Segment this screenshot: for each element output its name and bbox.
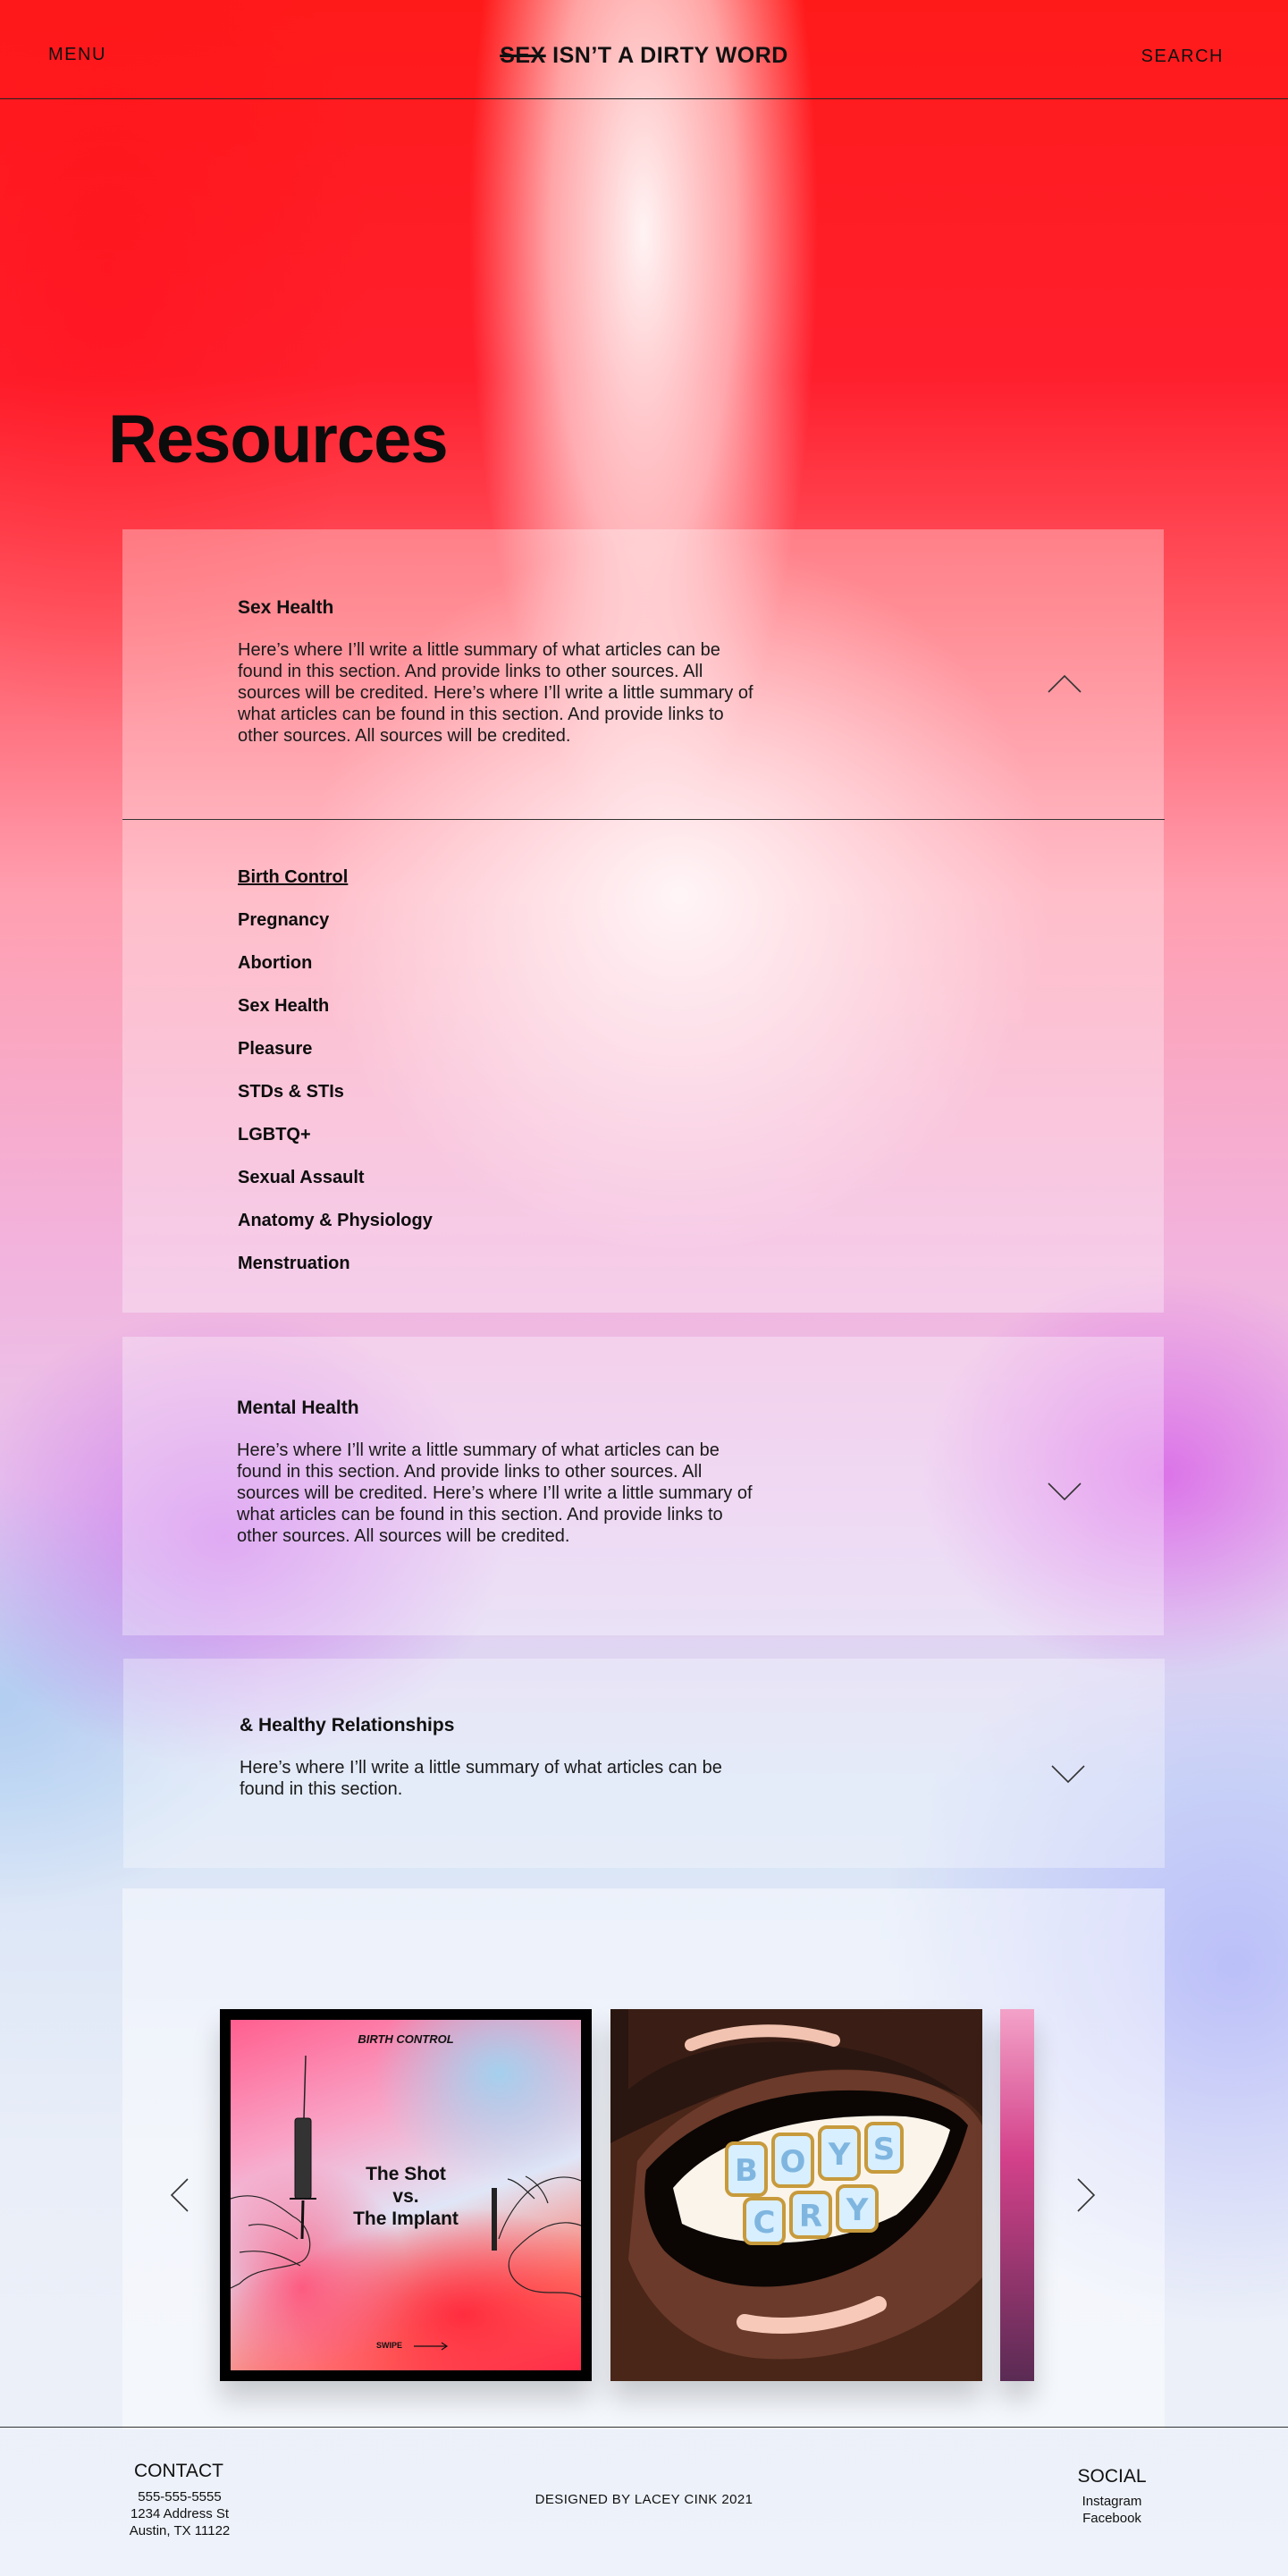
svg-text:S: S bbox=[873, 2132, 896, 2167]
topic-link-pleasure[interactable]: Pleasure bbox=[238, 1039, 433, 1082]
brand-rest: ISN’T A DIRTY WORD bbox=[552, 43, 788, 68]
topic-link-sexual-assault[interactable]: Sexual Assault bbox=[238, 1168, 433, 1211]
svg-text:R: R bbox=[799, 2199, 822, 2234]
grill-smile-illustration: B O Y S C R Y bbox=[610, 2009, 982, 2381]
brand-struck-word: SEX bbox=[500, 43, 546, 68]
topic-list: Birth Control Pregnancy Abortion Sex Hea… bbox=[238, 867, 433, 1296]
section-description: Here’s where I’ll write a little summary… bbox=[237, 1440, 753, 1546]
chevron-down-icon[interactable] bbox=[1047, 1482, 1082, 1503]
topic-link-anatomy-physiology[interactable]: Anatomy & Physiology bbox=[238, 1211, 433, 1254]
topic-link-pregnancy[interactable]: Pregnancy bbox=[238, 910, 433, 953]
page-title: Resources bbox=[108, 401, 449, 477]
topic-link-lgbtq[interactable]: LGBTQ+ bbox=[238, 1125, 433, 1168]
card-artwork: BIRTH CONTROL The Shot vs. The Implant S… bbox=[231, 2020, 581, 2370]
section-title[interactable]: Sex Health bbox=[238, 597, 333, 619]
facebook-link[interactable]: Facebook bbox=[1055, 2510, 1169, 2527]
topic-link-birth-control[interactable]: Birth Control bbox=[238, 867, 433, 910]
topic-link-menstruation[interactable]: Menstruation bbox=[238, 1254, 433, 1296]
swipe-hint: SWIPE bbox=[376, 2341, 450, 2351]
card-headline: The Shot vs. The Implant bbox=[231, 2163, 581, 2230]
contact-address-line: Austin, TX 11122 bbox=[129, 2523, 231, 2538]
social-heading: SOCIAL bbox=[1077, 2466, 1147, 2487]
site-logo[interactable]: SEX ISN’T A DIRTY WORD bbox=[0, 43, 1288, 69]
svg-text:O: O bbox=[780, 2144, 806, 2180]
section-title[interactable]: & Healthy Relationships bbox=[240, 1715, 454, 1736]
svg-text:Y: Y bbox=[828, 2137, 851, 2173]
section-description: Here’s where I’ll write a little summary… bbox=[238, 640, 753, 746]
contact-address-line: 1234 Address St bbox=[130, 2506, 230, 2521]
contact-heading: CONTACT bbox=[134, 2461, 223, 2481]
section-divider bbox=[122, 819, 1165, 820]
card-kicker: BIRTH CONTROL bbox=[358, 2032, 454, 2046]
svg-text:B: B bbox=[735, 2153, 758, 2189]
chevron-right-icon[interactable] bbox=[1073, 2177, 1099, 2213]
carousel-card-birth-control[interactable]: BIRTH CONTROL The Shot vs. The Implant S… bbox=[220, 2009, 592, 2381]
chevron-left-icon[interactable] bbox=[166, 2177, 193, 2213]
topic-link-abortion[interactable]: Abortion bbox=[238, 953, 433, 996]
footer-divider bbox=[0, 2427, 1288, 2428]
carousel-card-boys-cry[interactable]: B O Y S C R Y bbox=[610, 2009, 982, 2381]
instagram-link[interactable]: Instagram bbox=[1055, 2493, 1169, 2510]
chevron-down-icon[interactable] bbox=[1050, 1764, 1086, 1786]
card-headline-line: The Implant bbox=[353, 2209, 459, 2229]
chevron-up-icon[interactable] bbox=[1047, 672, 1082, 694]
card-headline-line: The Shot bbox=[366, 2164, 446, 2184]
carousel-card-peek[interactable] bbox=[1000, 2009, 1034, 2381]
swipe-label: SWIPE bbox=[376, 2341, 403, 2351]
svg-text:C: C bbox=[753, 2205, 776, 2241]
svg-text:Y: Y bbox=[846, 2192, 869, 2228]
social-links: Instagram Facebook bbox=[1055, 2493, 1169, 2527]
topic-link-stds-stis[interactable]: STDs & STIs bbox=[238, 1082, 433, 1125]
card-headline-line: vs. bbox=[392, 2186, 419, 2207]
arrow-right-icon bbox=[413, 2342, 448, 2351]
section-description: Here’s where I’ll write a little summary… bbox=[240, 1758, 722, 1799]
topic-link-sex-health[interactable]: Sex Health bbox=[238, 996, 433, 1039]
search-button[interactable]: SEARCH bbox=[1141, 46, 1224, 67]
section-title[interactable]: Mental Health bbox=[237, 1398, 359, 1419]
